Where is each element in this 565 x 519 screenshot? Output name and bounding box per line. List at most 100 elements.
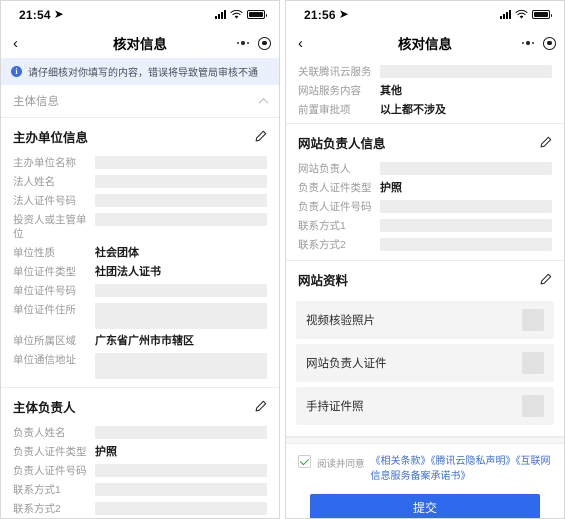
location-arrow-icon: ➤: [338, 6, 349, 21]
left-sections-container: 主办单位信息 主办单位名称 法人姓名 法人证件号码 投资人或主管单位 单位性质 社会团体 单位…: [1, 118, 279, 518]
field-value-masked[interactable]: [380, 161, 552, 175]
field-value: 社团法人证书: [95, 265, 161, 278]
material-thumbnail[interactable]: [522, 395, 544, 417]
agreement-checkbox[interactable]: [298, 455, 311, 468]
wifi-icon: [515, 9, 528, 19]
section-title: 主体负责人: [13, 401, 76, 415]
status-time-text: 21:56: [304, 7, 336, 22]
field-label: 单位所属区域: [13, 334, 76, 347]
form-field: 负责人证件号码: [1, 461, 279, 480]
submit-button[interactable]: 提交: [310, 494, 540, 518]
section-header: 主办单位信息: [1, 118, 279, 153]
field-label: 主办单位名称: [13, 156, 76, 169]
material-row[interactable]: 视频核验照片: [296, 301, 554, 339]
field-label: 负责人证件类型: [13, 445, 87, 458]
material-label: 网站负责人证件: [306, 358, 387, 370]
status-icons-left: [215, 9, 267, 20]
nav-bar-right: ‹ 核对信息: [286, 28, 564, 58]
material-row[interactable]: 网站负责人证件: [296, 344, 554, 382]
section-title: 网站负责人信息: [298, 137, 386, 151]
field-value-masked[interactable]: [95, 352, 267, 379]
form-field: 法人证件号码: [1, 191, 279, 210]
field-value-masked[interactable]: [95, 425, 267, 439]
field-value-masked[interactable]: [380, 237, 552, 251]
wifi-icon: [230, 9, 243, 19]
back-icon[interactable]: ‹: [13, 36, 33, 51]
field-label: 前置审批项: [298, 103, 351, 116]
field-label: 单位通信地址: [13, 353, 76, 366]
form-field: 法人姓名: [1, 172, 279, 191]
form-field: 负责人证件号码: [286, 197, 564, 216]
field-label: 法人证件号码: [13, 194, 76, 207]
back-icon[interactable]: ‹: [298, 36, 318, 51]
field-value-masked[interactable]: [380, 64, 552, 78]
material-rows-container: 视频核验照片 网站负责人证件 手持证件照: [286, 301, 564, 425]
material-row[interactable]: 手持证件照: [296, 387, 554, 425]
field-value-masked[interactable]: [95, 302, 267, 329]
form-scroll-right[interactable]: 关联腾讯云服务 网站服务内容 其他 前置审批项 以上都不涉及 网站负责人信息 网站负责人负…: [286, 58, 564, 518]
edit-pencil-icon[interactable]: [539, 136, 552, 149]
location-arrow-icon: ➤: [53, 6, 64, 21]
field-value: 广东省广州市市辖区: [95, 334, 194, 347]
agreement-links[interactable]: 《相关条款》《腾讯云隐私声明》《互联网信息服务备案承诺书》: [371, 454, 552, 484]
collapse-subject-info[interactable]: 主体信息: [1, 85, 279, 118]
field-label: 负责人证件类型: [298, 181, 372, 194]
field-label: 法人姓名: [13, 175, 55, 188]
status-bar-left: 21:54 ➤: [1, 1, 279, 28]
form-section: 网站负责人信息 网站负责人 负责人证件类型 护照 负责人证件号码 联系方式1 联系方式2: [286, 124, 564, 261]
field-value: 其他: [380, 84, 402, 97]
chevron-up-icon: [258, 97, 269, 108]
agreement-link[interactable]: 《相关条款》: [371, 456, 431, 467]
field-label: 单位证件类型: [13, 265, 76, 278]
section-divider: [286, 437, 564, 444]
field-value-masked[interactable]: [95, 155, 267, 169]
field-value-masked[interactable]: [380, 199, 552, 213]
section-header: 网站负责人信息: [286, 124, 564, 159]
form-field: 前置审批项 以上都不涉及: [286, 100, 564, 119]
field-value-masked[interactable]: [95, 482, 267, 496]
notice-text: 请仔细核对你填写的内容，错误将导致管局审核不通: [28, 68, 258, 79]
form-field: 网站服务内容 其他: [286, 81, 564, 100]
field-value-masked[interactable]: [95, 193, 267, 207]
field-label: 联系方式1: [298, 219, 346, 232]
form-field: 联系方式2: [1, 499, 279, 518]
field-value-masked[interactable]: [95, 463, 267, 477]
right-top-fields-container: 关联腾讯云服务 网站服务内容 其他 前置审批项 以上都不涉及: [286, 58, 564, 124]
agreement-text: 阅读并同意: [317, 459, 365, 470]
form-field: 单位证件类型 社团法人证书: [1, 262, 279, 281]
close-target-icon[interactable]: [258, 36, 271, 50]
agreement-link[interactable]: 《腾讯云隐私声明》: [431, 456, 516, 467]
more-menu-icon[interactable]: [521, 41, 534, 45]
more-menu-icon[interactable]: [236, 41, 249, 45]
field-value-masked[interactable]: [380, 218, 552, 232]
edit-pencil-icon[interactable]: [254, 130, 267, 143]
verification-notice-banner: i 请仔细核对你填写的内容，错误将导致管局审核不通: [1, 58, 279, 85]
status-icons-right: [500, 9, 552, 20]
field-label: 负责人证件号码: [13, 464, 87, 477]
status-time-text: 21:54: [19, 7, 51, 22]
field-value-masked[interactable]: [95, 501, 267, 515]
material-label: 视频核验照片: [306, 315, 375, 327]
field-value-masked[interactable]: [95, 212, 267, 226]
close-target-icon[interactable]: [543, 36, 556, 50]
section-title: 主办单位信息: [13, 131, 89, 145]
material-label: 手持证件照: [306, 401, 364, 413]
battery-icon: [247, 10, 267, 19]
edit-pencil-icon[interactable]: [254, 400, 267, 413]
form-field: 单位通信地址: [1, 350, 279, 381]
field-value: 社会团体: [95, 246, 139, 259]
field-value-masked[interactable]: [95, 283, 267, 297]
right-sections-container: 网站负责人信息 网站负责人 负责人证件类型 护照 负责人证件号码 联系方式1 联系方式2: [286, 124, 564, 261]
material-thumbnail[interactable]: [522, 352, 544, 374]
field-value-masked[interactable]: [95, 174, 267, 188]
signal-bars-icon: [500, 10, 511, 19]
form-scroll-left[interactable]: 主体信息 主办单位信息 主办单位名称 法人姓名 法人证件号码 投资人或主管单位 单位性质社…: [1, 85, 279, 518]
collapse-label: 主体信息: [13, 96, 59, 108]
signal-bars-icon: [215, 10, 226, 19]
material-thumbnail[interactable]: [522, 309, 544, 331]
form-field: 关联腾讯云服务: [286, 62, 564, 81]
edit-pencil-icon[interactable]: [539, 273, 552, 286]
checkmark-icon: [299, 456, 309, 466]
agreement-area: 阅读并同意 《相关条款》《腾讯云隐私声明》《互联网信息服务备案承诺书》 提交 回…: [286, 444, 564, 518]
form-field: 投资人或主管单位: [1, 210, 279, 243]
